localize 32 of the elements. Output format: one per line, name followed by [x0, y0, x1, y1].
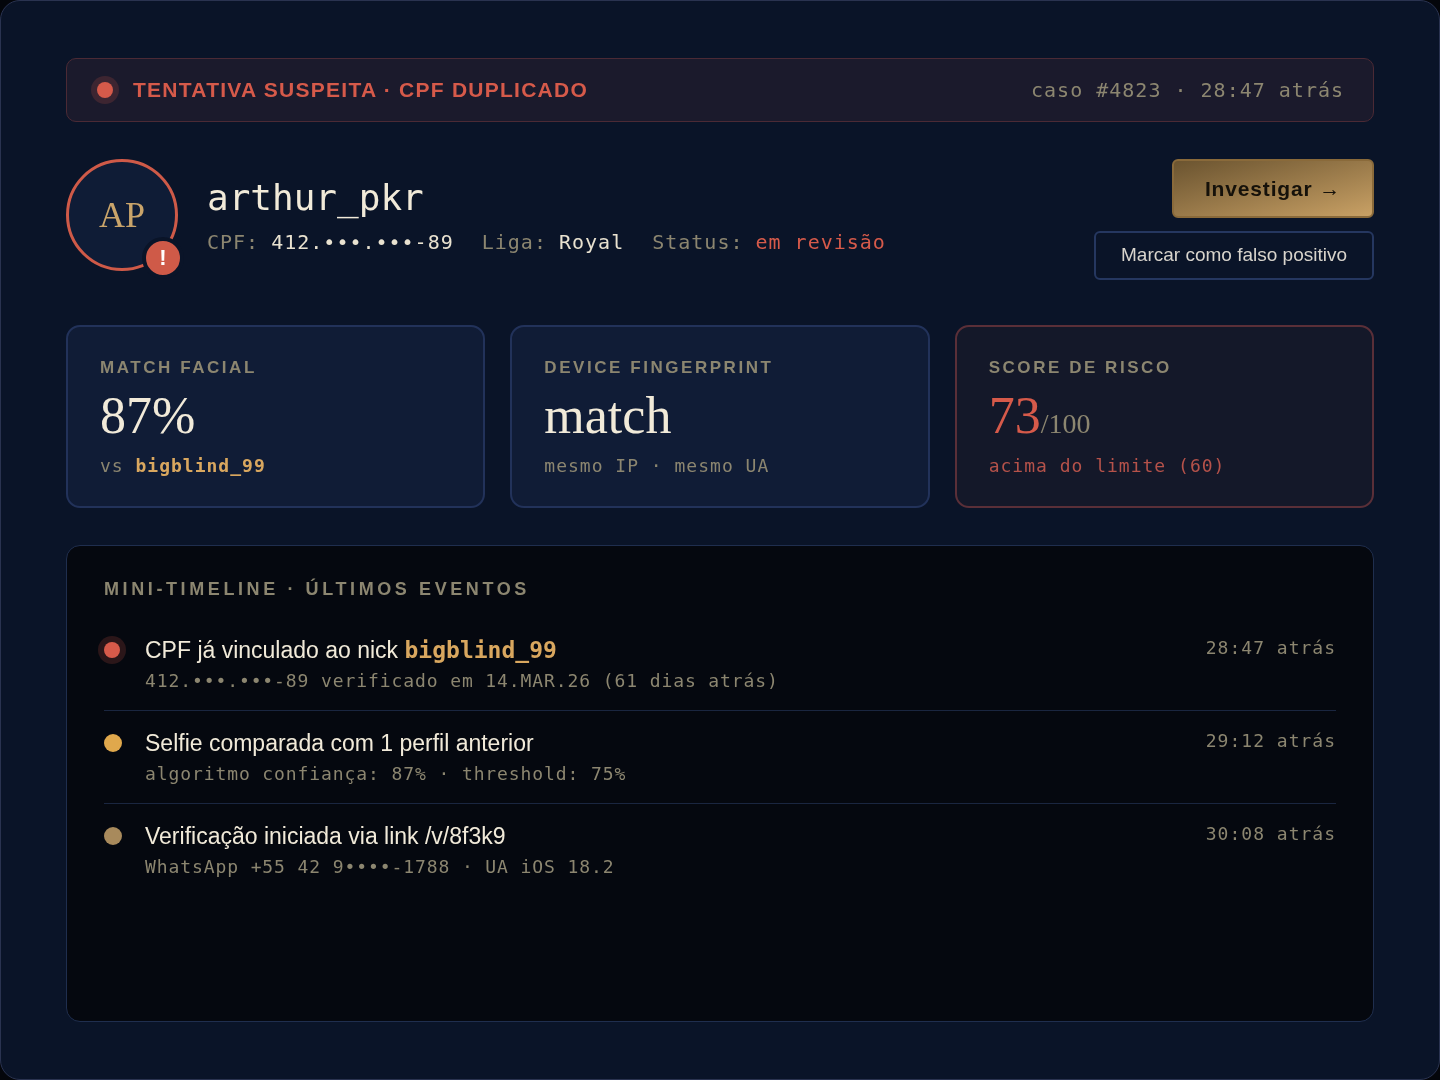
event-title: CPF já vinculado ao nick bigblind_99 — [145, 636, 558, 664]
metric-detail: vs bigblind_99 — [100, 454, 267, 478]
event-title: Selfie comparada com 1 perfil anterior — [145, 729, 535, 757]
metric-value: 73 — [988, 386, 1041, 446]
event-detail: WhatsApp +55 42 9••••-1788 · UA iOS 18.2 — [145, 856, 616, 878]
metric-value: 87% — [100, 386, 196, 446]
metric-detail: acima do limite (60) — [988, 454, 1227, 478]
username: arthur_pkr — [207, 178, 425, 218]
case-info: caso #4823 · 28:47 atrás — [1031, 77, 1344, 104]
metric-value: match — [544, 386, 672, 446]
metric-label: SCORE DE RISCO — [988, 357, 1173, 379]
false-positive-button[interactable]: Marcar como falso positivo — [1094, 231, 1374, 280]
alert-title: TENTATIVA SUSPEITA · CPF DUPLICADO — [133, 77, 589, 104]
field-value: em revisão — [755, 229, 886, 256]
field-label: Status: — [652, 229, 744, 256]
timeline-title: MINI-TIMELINE · ÚLTIMOS EVENTOS — [104, 577, 531, 601]
metric-scale: /100 — [1040, 408, 1091, 441]
event-detail: algoritmo confiança: 87% · threshold: 75% — [145, 763, 628, 785]
investigate-button[interactable]: Investigar → — [1172, 159, 1374, 218]
field-label: Liga: — [481, 229, 547, 256]
metric-label: DEVICE FINGERPRINT — [544, 357, 775, 379]
metric-detail: mesmo IP · mesmo UA — [544, 454, 771, 478]
field-value: Royal — [558, 229, 625, 256]
event-time: 28:47 atrás — [1205, 636, 1336, 660]
field-label: CPF: — [207, 229, 260, 256]
event-time: 29:12 atrás — [1205, 729, 1336, 753]
metric-label: MATCH FACIAL — [100, 357, 258, 379]
alert-dot-icon — [91, 76, 119, 104]
event-title: Verificação iniciada via link /v/8f3k9 — [145, 822, 507, 850]
event-time: 30:08 atrás — [1205, 822, 1336, 846]
field-value: 412.•••.•••-89 — [271, 229, 454, 256]
event-detail: 412.•••.•••-89 verificado em 14.MAR.26 (61 dias atrás) — [145, 670, 780, 692]
